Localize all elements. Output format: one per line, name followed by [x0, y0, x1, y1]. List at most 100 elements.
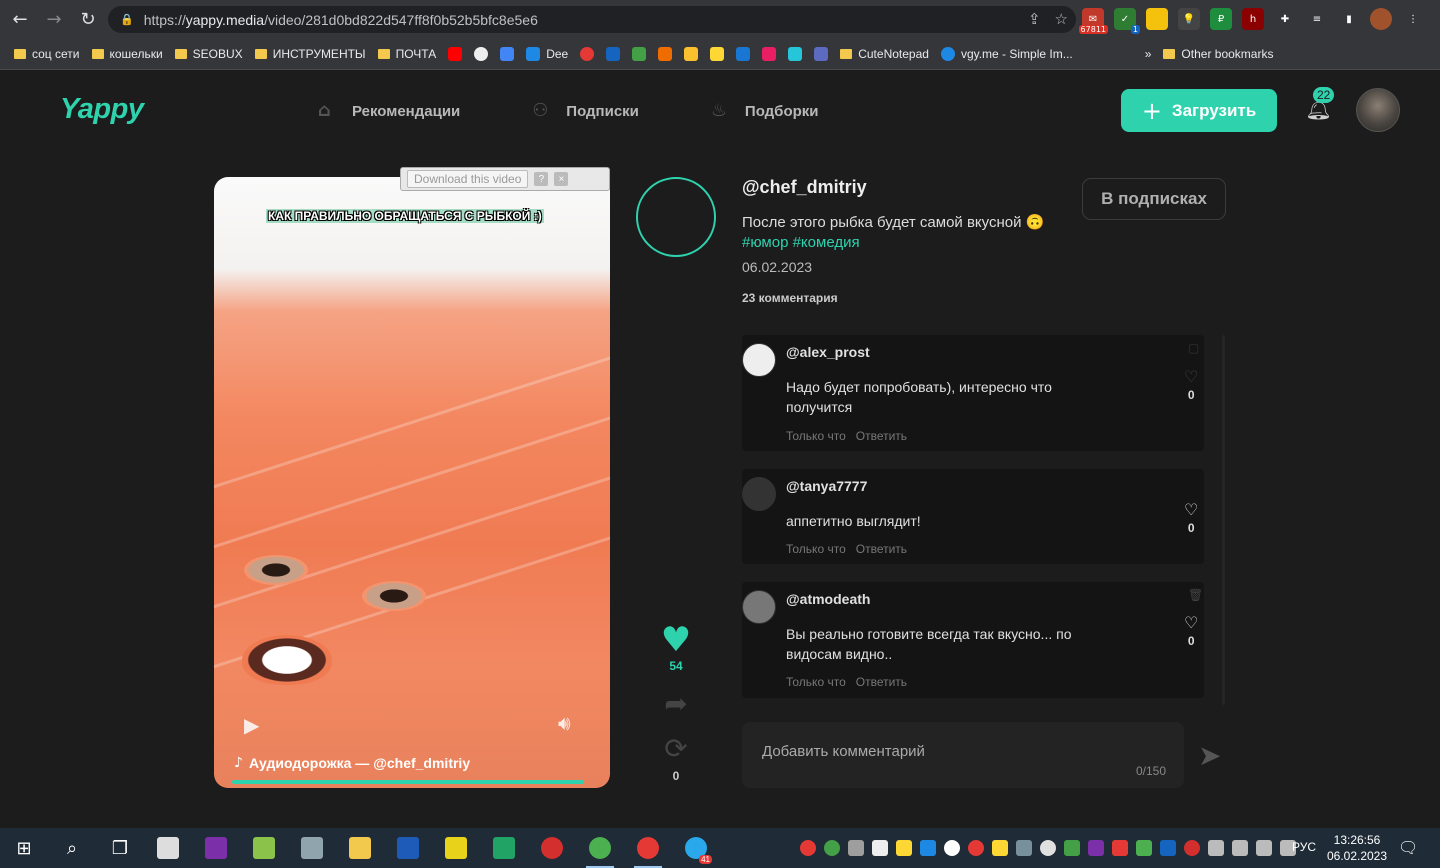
star-site-icon[interactable] [474, 46, 489, 61]
reply-button[interactable]: Ответить [856, 429, 907, 443]
tray-icon[interactable] [824, 840, 840, 856]
comments-scrollbar[interactable] [1222, 335, 1225, 705]
site-icon[interactable] [788, 46, 803, 61]
share-page-icon[interactable]: ⇪ [1028, 10, 1041, 28]
user-avatar[interactable] [1356, 88, 1400, 132]
channel-avatar[interactable] [636, 177, 716, 257]
audio-track[interactable]: ♪ Аудиодорожка — @chef_dmitriy [234, 755, 470, 771]
bookmark-mail[interactable]: ПОЧТА [377, 47, 436, 61]
note-extension-icon[interactable] [1146, 8, 1168, 30]
site-icon[interactable] [658, 46, 673, 61]
tray-icon[interactable] [800, 840, 816, 856]
side-panel-icon[interactable]: ▮ [1338, 8, 1360, 30]
subscribed-button[interactable]: В подписках [1082, 178, 1226, 220]
tray-icon[interactable] [1088, 840, 1104, 856]
site-icon[interactable] [684, 46, 699, 61]
reply-button[interactable]: Ответить [856, 542, 907, 556]
taskbar-app[interactable] [528, 828, 576, 868]
nav-collections[interactable]: ♨ Подборки [711, 101, 819, 121]
mail-extension-icon[interactable]: ✉ 67811 [1078, 8, 1108, 34]
bookmark-cutenotepad[interactable]: CuteNotepad [840, 47, 929, 61]
volume-tray-icon[interactable] [1256, 840, 1272, 856]
site-icon[interactable] [762, 46, 777, 61]
youtube-icon[interactable] [448, 46, 463, 61]
puzzle-extensions-icon[interactable]: ✚ [1274, 8, 1296, 30]
yappy-logo[interactable]: Yappy [60, 93, 144, 126]
comment-username[interactable]: @atmodeath [786, 591, 870, 607]
hashtag-link[interactable]: #юмор [742, 234, 788, 251]
site-icon[interactable] [814, 46, 829, 61]
trash-icon[interactable]: 🗑︎ [1188, 588, 1203, 602]
ruble-extension-icon[interactable]: ₽ [1210, 8, 1232, 30]
tray-icon[interactable] [872, 840, 888, 856]
bookmark-social[interactable]: соц сети [14, 47, 80, 61]
share-icon[interactable]: ➦ [664, 687, 687, 720]
reading-list-icon[interactable]: ≡ [1306, 8, 1328, 30]
comment-avatar[interactable] [742, 343, 776, 377]
taskbar-app[interactable] [576, 828, 624, 868]
comment-like[interactable]: ♡ 0 [1184, 367, 1198, 402]
post-author[interactable]: @chef_dmitriy [742, 177, 867, 198]
download-video-button[interactable]: Download this video [407, 170, 529, 188]
taskbar-app[interactable] [288, 828, 336, 868]
h-extension-icon[interactable]: h [1242, 8, 1264, 30]
windows-start-icon[interactable]: ⊞ [0, 828, 48, 868]
bookmark-vgy[interactable]: vgy.me - Simple Im... [940, 46, 1073, 61]
taskbar-app[interactable] [240, 828, 288, 868]
video-player[interactable]: КАК ПРАВИЛЬНО ОБРАЩАТЬСЯ С РЫБКОЙ :) ▶ 🔊… [214, 177, 610, 788]
taskbar-app[interactable] [336, 828, 384, 868]
taskbar-app[interactable] [144, 828, 192, 868]
hashtag-link[interactable]: #комедия [793, 234, 860, 251]
tray-icon[interactable] [1112, 840, 1128, 856]
wifi-icon[interactable] [1232, 840, 1248, 856]
tray-icon[interactable] [1160, 840, 1176, 856]
comment-avatar[interactable] [742, 477, 776, 511]
bookmark-other[interactable]: Other bookmarks [1163, 47, 1273, 61]
reply-button[interactable]: Ответить [856, 675, 907, 689]
site-icon[interactable] [632, 46, 647, 61]
site-icon[interactable] [710, 46, 725, 61]
tray-icon[interactable] [896, 840, 912, 856]
tray-icon[interactable] [1184, 840, 1200, 856]
play-icon[interactable]: ▶ [244, 713, 259, 737]
back-icon[interactable]: ← [6, 5, 34, 33]
comment-username[interactable]: @tanya7777 [786, 478, 867, 494]
help-icon[interactable]: ? [534, 172, 549, 186]
task-view-icon[interactable]: ❐ [96, 828, 144, 868]
clock[interactable]: 13:26:56 06.02.2023 [1322, 832, 1392, 864]
tray-icon[interactable] [1208, 840, 1224, 856]
taskbar-app[interactable] [624, 828, 672, 868]
shield-extension-icon[interactable]: ✓ 1 [1114, 8, 1140, 34]
close-icon[interactable]: × [554, 172, 569, 186]
video-progress[interactable] [232, 780, 585, 784]
bell-icon[interactable]: 🔔︎ 22 [1305, 87, 1335, 123]
comment-avatar[interactable] [742, 590, 776, 624]
search-icon[interactable]: ⌕ [48, 828, 96, 868]
bookmark-dee[interactable]: Dee [526, 46, 568, 61]
comment-username[interactable]: @alex_prost [786, 344, 870, 360]
taskbar-app[interactable] [480, 828, 528, 868]
taskbar-app[interactable] [384, 828, 432, 868]
bookmark-seobux[interactable]: SEOBUX [174, 47, 243, 61]
comment-like[interactable]: ♡ 0 [1184, 500, 1198, 535]
tray-icon[interactable] [920, 840, 936, 856]
more-bookmarks-icon[interactable]: » [1145, 47, 1152, 61]
address-bar[interactable]: 🔒 https:// yappy.media /video/281d0bd822… [108, 6, 1076, 33]
tray-icon[interactable] [848, 840, 864, 856]
language-indicator[interactable]: РУС [1292, 840, 1316, 854]
site-icon[interactable] [580, 46, 595, 61]
tray-icon[interactable] [1136, 840, 1152, 856]
heart-icon[interactable]: ♥ [661, 623, 691, 657]
upload-button[interactable]: + Загрузить [1121, 89, 1277, 132]
site-icon[interactable] [736, 46, 751, 61]
comment-input[interactable]: Добавить комментарий 0/150 [742, 722, 1184, 788]
translate-icon[interactable] [500, 46, 515, 61]
nav-recommendations[interactable]: ⌂ Рекомендации [318, 101, 460, 121]
bookmark-tools[interactable]: ИНСТРУМЕНТЫ [254, 47, 366, 61]
nav-subscriptions[interactable]: ⚇ Подписки [532, 101, 639, 121]
send-icon[interactable]: ➤ [1198, 739, 1221, 772]
volume-icon[interactable]: 🔊︎ [558, 711, 571, 735]
tray-icon[interactable] [1064, 840, 1080, 856]
menu-kebab-icon[interactable]: ⋮ [1402, 8, 1424, 30]
forward-icon[interactable]: → [40, 5, 68, 33]
